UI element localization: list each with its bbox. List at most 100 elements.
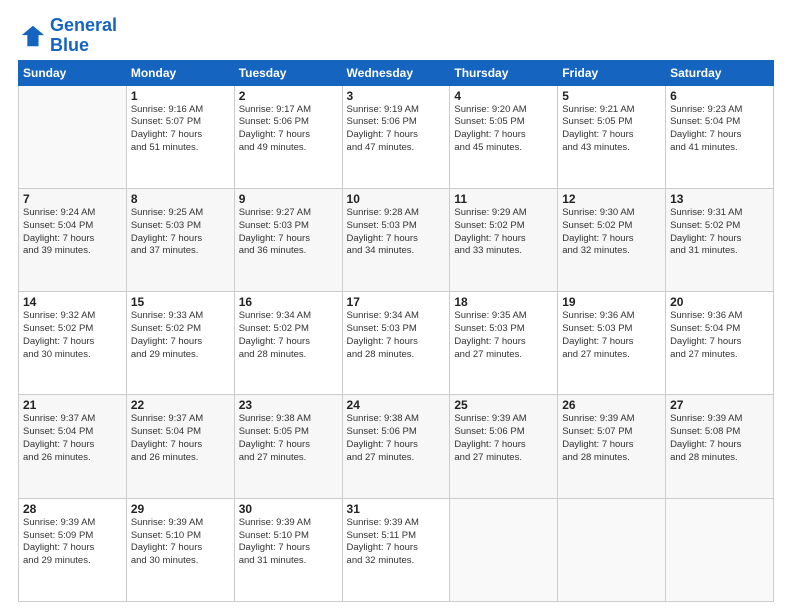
day-number: 26 — [562, 398, 661, 412]
day-number: 24 — [347, 398, 446, 412]
day-number: 20 — [670, 295, 769, 309]
day-number: 12 — [562, 192, 661, 206]
calendar-cell: 27Sunrise: 9:39 AM Sunset: 5:08 PM Dayli… — [666, 395, 774, 498]
day-info: Sunrise: 9:30 AM Sunset: 5:02 PM Dayligh… — [562, 207, 661, 258]
day-number: 11 — [454, 192, 553, 206]
day-info: Sunrise: 9:39 AM Sunset: 5:11 PM Dayligh… — [347, 517, 446, 568]
day-info: Sunrise: 9:27 AM Sunset: 5:03 PM Dayligh… — [239, 207, 338, 258]
calendar-day-header: Thursday — [450, 60, 558, 85]
calendar-day-header: Monday — [126, 60, 234, 85]
day-number: 13 — [670, 192, 769, 206]
day-info: Sunrise: 9:20 AM Sunset: 5:05 PM Dayligh… — [454, 104, 553, 155]
day-number: 23 — [239, 398, 338, 412]
calendar-cell: 20Sunrise: 9:36 AM Sunset: 5:04 PM Dayli… — [666, 292, 774, 395]
calendar-cell: 25Sunrise: 9:39 AM Sunset: 5:06 PM Dayli… — [450, 395, 558, 498]
calendar-cell: 24Sunrise: 9:38 AM Sunset: 5:06 PM Dayli… — [342, 395, 450, 498]
calendar-cell: 5Sunrise: 9:21 AM Sunset: 5:05 PM Daylig… — [558, 85, 666, 188]
calendar-cell: 9Sunrise: 9:27 AM Sunset: 5:03 PM Daylig… — [234, 188, 342, 291]
logo-text: General Blue — [50, 16, 117, 56]
calendar-cell — [19, 85, 127, 188]
day-info: Sunrise: 9:37 AM Sunset: 5:04 PM Dayligh… — [23, 413, 122, 464]
day-number: 5 — [562, 89, 661, 103]
calendar-table: SundayMondayTuesdayWednesdayThursdayFrid… — [18, 60, 774, 602]
calendar-cell: 17Sunrise: 9:34 AM Sunset: 5:03 PM Dayli… — [342, 292, 450, 395]
calendar-cell: 11Sunrise: 9:29 AM Sunset: 5:02 PM Dayli… — [450, 188, 558, 291]
day-info: Sunrise: 9:39 AM Sunset: 5:10 PM Dayligh… — [239, 517, 338, 568]
day-number: 30 — [239, 502, 338, 516]
calendar-cell: 26Sunrise: 9:39 AM Sunset: 5:07 PM Dayli… — [558, 395, 666, 498]
calendar-cell: 31Sunrise: 9:39 AM Sunset: 5:11 PM Dayli… — [342, 498, 450, 601]
calendar-cell — [666, 498, 774, 601]
calendar-cell: 23Sunrise: 9:38 AM Sunset: 5:05 PM Dayli… — [234, 395, 342, 498]
calendar-cell: 28Sunrise: 9:39 AM Sunset: 5:09 PM Dayli… — [19, 498, 127, 601]
calendar-cell: 16Sunrise: 9:34 AM Sunset: 5:02 PM Dayli… — [234, 292, 342, 395]
day-info: Sunrise: 9:31 AM Sunset: 5:02 PM Dayligh… — [670, 207, 769, 258]
day-number: 25 — [454, 398, 553, 412]
calendar-cell: 22Sunrise: 9:37 AM Sunset: 5:04 PM Dayli… — [126, 395, 234, 498]
calendar-cell: 18Sunrise: 9:35 AM Sunset: 5:03 PM Dayli… — [450, 292, 558, 395]
day-info: Sunrise: 9:39 AM Sunset: 5:10 PM Dayligh… — [131, 517, 230, 568]
day-number: 3 — [347, 89, 446, 103]
day-info: Sunrise: 9:29 AM Sunset: 5:02 PM Dayligh… — [454, 207, 553, 258]
day-info: Sunrise: 9:39 AM Sunset: 5:06 PM Dayligh… — [454, 413, 553, 464]
day-info: Sunrise: 9:21 AM Sunset: 5:05 PM Dayligh… — [562, 104, 661, 155]
day-info: Sunrise: 9:32 AM Sunset: 5:02 PM Dayligh… — [23, 310, 122, 361]
day-info: Sunrise: 9:28 AM Sunset: 5:03 PM Dayligh… — [347, 207, 446, 258]
day-number: 31 — [347, 502, 446, 516]
day-info: Sunrise: 9:36 AM Sunset: 5:04 PM Dayligh… — [670, 310, 769, 361]
day-number: 27 — [670, 398, 769, 412]
calendar-cell: 15Sunrise: 9:33 AM Sunset: 5:02 PM Dayli… — [126, 292, 234, 395]
day-number: 15 — [131, 295, 230, 309]
calendar-week-row: 21Sunrise: 9:37 AM Sunset: 5:04 PM Dayli… — [19, 395, 774, 498]
calendar-week-row: 28Sunrise: 9:39 AM Sunset: 5:09 PM Dayli… — [19, 498, 774, 601]
day-number: 17 — [347, 295, 446, 309]
day-info: Sunrise: 9:34 AM Sunset: 5:02 PM Dayligh… — [239, 310, 338, 361]
calendar-cell: 10Sunrise: 9:28 AM Sunset: 5:03 PM Dayli… — [342, 188, 450, 291]
calendar-cell: 4Sunrise: 9:20 AM Sunset: 5:05 PM Daylig… — [450, 85, 558, 188]
day-number: 10 — [347, 192, 446, 206]
day-number: 2 — [239, 89, 338, 103]
calendar-cell: 30Sunrise: 9:39 AM Sunset: 5:10 PM Dayli… — [234, 498, 342, 601]
day-number: 22 — [131, 398, 230, 412]
calendar-day-header: Friday — [558, 60, 666, 85]
day-info: Sunrise: 9:36 AM Sunset: 5:03 PM Dayligh… — [562, 310, 661, 361]
calendar-cell — [450, 498, 558, 601]
calendar-cell — [558, 498, 666, 601]
calendar-cell: 1Sunrise: 9:16 AM Sunset: 5:07 PM Daylig… — [126, 85, 234, 188]
day-info: Sunrise: 9:39 AM Sunset: 5:09 PM Dayligh… — [23, 517, 122, 568]
day-info: Sunrise: 9:34 AM Sunset: 5:03 PM Dayligh… — [347, 310, 446, 361]
calendar-cell: 13Sunrise: 9:31 AM Sunset: 5:02 PM Dayli… — [666, 188, 774, 291]
calendar-cell: 2Sunrise: 9:17 AM Sunset: 5:06 PM Daylig… — [234, 85, 342, 188]
day-number: 9 — [239, 192, 338, 206]
logo-icon — [18, 22, 46, 50]
day-number: 19 — [562, 295, 661, 309]
day-info: Sunrise: 9:16 AM Sunset: 5:07 PM Dayligh… — [131, 104, 230, 155]
day-number: 7 — [23, 192, 122, 206]
day-info: Sunrise: 9:17 AM Sunset: 5:06 PM Dayligh… — [239, 104, 338, 155]
day-info: Sunrise: 9:19 AM Sunset: 5:06 PM Dayligh… — [347, 104, 446, 155]
day-number: 4 — [454, 89, 553, 103]
day-info: Sunrise: 9:35 AM Sunset: 5:03 PM Dayligh… — [454, 310, 553, 361]
calendar-cell: 21Sunrise: 9:37 AM Sunset: 5:04 PM Dayli… — [19, 395, 127, 498]
day-number: 29 — [131, 502, 230, 516]
day-info: Sunrise: 9:25 AM Sunset: 5:03 PM Dayligh… — [131, 207, 230, 258]
calendar-cell: 3Sunrise: 9:19 AM Sunset: 5:06 PM Daylig… — [342, 85, 450, 188]
day-info: Sunrise: 9:38 AM Sunset: 5:06 PM Dayligh… — [347, 413, 446, 464]
day-number: 16 — [239, 295, 338, 309]
calendar-week-row: 1Sunrise: 9:16 AM Sunset: 5:07 PM Daylig… — [19, 85, 774, 188]
day-number: 21 — [23, 398, 122, 412]
calendar-cell: 14Sunrise: 9:32 AM Sunset: 5:02 PM Dayli… — [19, 292, 127, 395]
day-number: 8 — [131, 192, 230, 206]
page-container: General Blue SundayMondayTuesdayWednesda… — [0, 0, 792, 612]
calendar-day-header: Sunday — [19, 60, 127, 85]
calendar-day-header: Tuesday — [234, 60, 342, 85]
calendar-week-row: 7Sunrise: 9:24 AM Sunset: 5:04 PM Daylig… — [19, 188, 774, 291]
calendar-day-header: Wednesday — [342, 60, 450, 85]
day-info: Sunrise: 9:38 AM Sunset: 5:05 PM Dayligh… — [239, 413, 338, 464]
calendar-cell: 6Sunrise: 9:23 AM Sunset: 5:04 PM Daylig… — [666, 85, 774, 188]
calendar-cell: 29Sunrise: 9:39 AM Sunset: 5:10 PM Dayli… — [126, 498, 234, 601]
day-info: Sunrise: 9:33 AM Sunset: 5:02 PM Dayligh… — [131, 310, 230, 361]
day-info: Sunrise: 9:39 AM Sunset: 5:07 PM Dayligh… — [562, 413, 661, 464]
header: General Blue — [18, 16, 774, 56]
calendar-header-row: SundayMondayTuesdayWednesdayThursdayFrid… — [19, 60, 774, 85]
